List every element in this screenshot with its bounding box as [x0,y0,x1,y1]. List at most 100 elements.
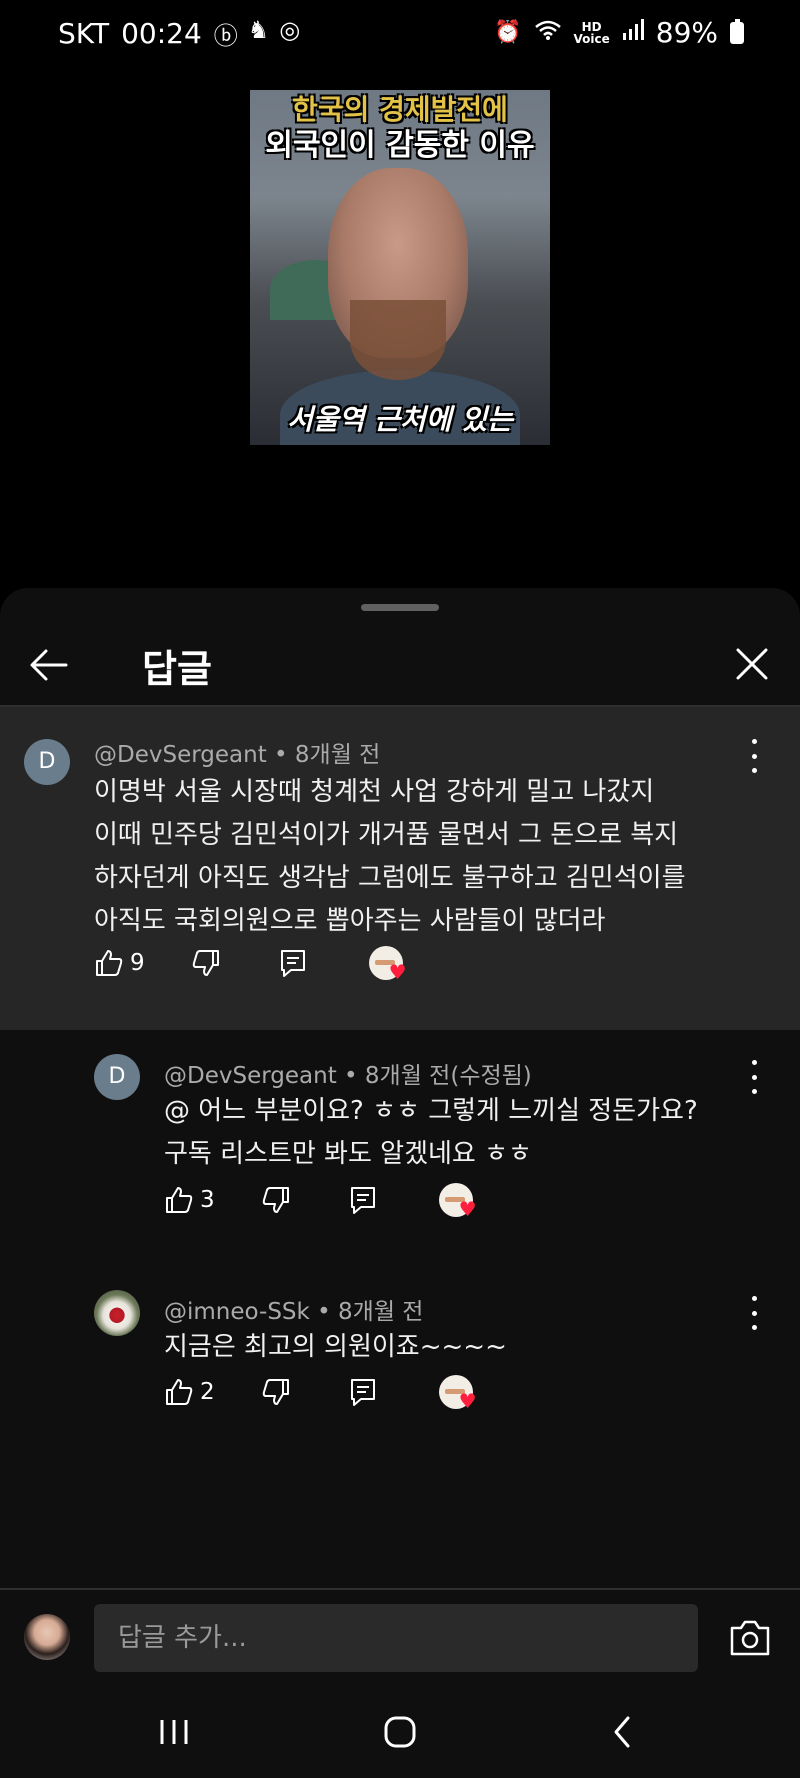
dot-icon [751,1325,757,1330]
reply-time: 8개월 전 [338,1299,424,1325]
avatar[interactable] [94,1290,140,1336]
comment-text: 이명박 서울 시장때 청계천 사업 강하게 밀고 나갔지 이때 민주당 김민석이… [94,771,685,943]
dislike-button[interactable] [261,1180,291,1220]
heart-icon: ♥ [458,1389,477,1413]
input-divider [0,1588,800,1590]
dot-icon [751,1060,757,1065]
back-button[interactable] [26,642,72,688]
heart-icon: ♥ [458,1197,477,1221]
parent-comment: D @DevSergeant • 8개월 전 이명박 서울 시장때 청계천 사업… [0,707,800,1030]
creator-heart: ♥ [368,943,407,983]
video-title-line-1: 한국의 경제발전에 [292,93,508,126]
sheet-title: 답글 [142,647,212,691]
wifi-icon [534,19,562,47]
reply-actions: 2 ♥ [164,1372,477,1412]
reply-input[interactable]: 답글 추가... [94,1604,698,1672]
arrow-left-icon [30,649,68,681]
comment-text-line: 이명박 서울 시장때 청계천 사업 강하게 밀고 나갔지 [94,777,655,807]
home-button[interactable] [380,1712,420,1752]
replies-sheet: 답글 D @DevSergeant • 8개월 전 이명박 서울 시장때 청계천… [0,588,800,1778]
dislike-button[interactable] [261,1372,291,1412]
user-avatar[interactable] [24,1614,70,1660]
hd-voice-icon: HD Voice [573,19,610,46]
reply-button[interactable] [349,1372,377,1412]
reply-time: 8개월 전(수정됨) [364,1063,532,1089]
fingerprint-icon: ◎ [279,16,301,44]
clock: 00:24 [121,17,202,50]
reply-icon [280,950,305,977]
dot-icon [751,1089,757,1094]
b-icon: ⓑ [213,22,238,50]
avatar[interactable]: D [24,739,70,785]
comment-text-line: 하자던게 아직도 생각남 그럼에도 불구하고 김민석이를 [94,863,686,893]
comment-actions: 9 ♥ [94,943,407,983]
close-icon [736,648,768,680]
home-icon [384,1716,416,1748]
comment-time: 8개월 전 [294,742,381,768]
creator-heart: ♥ [438,1372,477,1412]
close-button[interactable] [730,642,774,686]
thumbs-up-icon [96,950,123,976]
thumbs-down-icon [262,1187,289,1213]
meta-separator: • [317,1299,339,1325]
like-count: 3 [200,1187,215,1213]
like-button[interactable]: 3 [164,1180,215,1220]
signal-icon [622,18,644,47]
video-title-line-2: 외국인이 감동한 이유 [265,128,535,163]
dot-icon [751,1296,757,1301]
thumbs-down-icon [262,1379,289,1405]
thumbs-up-icon [166,1379,193,1405]
thumbs-up-icon [166,1187,193,1213]
reply-text: 지금은 최고의 의원이죠~~~~ [164,1326,507,1369]
reply-button[interactable] [279,943,307,983]
dislike-button[interactable] [191,943,221,983]
like-button[interactable]: 9 [94,943,145,983]
like-count: 9 [130,950,145,976]
creator-avatar: ♥ [438,1183,477,1219]
reply-text: @ 어느 부분이요? ㅎㅎ 그렇게 느끼실 정돈가요? 구독 리스트만 봐도 알… [164,1090,698,1176]
avatar[interactable]: D [94,1054,140,1100]
video-caption: 서울역 근처에 있는 [287,403,513,436]
more-options-button[interactable] [744,1060,764,1094]
system-nav-bar [0,1690,800,1778]
sheet-header: 답글 [0,624,800,704]
creator-avatar: ♥ [368,946,407,982]
reply-text-line: 지금은 최고의 의원이죠~~~~ [164,1332,507,1362]
dot-icon [751,753,757,759]
dot-icon [751,1310,757,1316]
reply-meta: @DevSergeant • 8개월 전(수정됨) [164,1056,532,1090]
video-frame-beard [350,300,446,380]
dot-icon [751,768,757,773]
thumbs-down-icon [192,950,219,976]
like-button[interactable]: 2 [164,1372,215,1412]
meta-separator: • [274,742,295,768]
comment-meta: @DevSergeant • 8개월 전 [94,735,380,769]
like-count: 2 [200,1379,215,1405]
creator-heart: ♥ [438,1180,477,1220]
battery-percent: 89% [655,16,718,49]
comment-text-line: 아직도 국회의원으로 뽑아주는 사람들이 많더라 [94,906,606,936]
chevron-left-icon [614,1716,630,1748]
back-nav-button[interactable] [608,1712,636,1752]
reply-actions: 3 ♥ [164,1180,477,1220]
creator-avatar: ♥ [438,1375,477,1411]
reply-button[interactable] [349,1180,377,1220]
more-options-button[interactable] [744,1296,764,1330]
drag-handle[interactable] [361,604,439,611]
reply-author[interactable]: @imneo-SSk [164,1299,310,1325]
comment-author[interactable]: @DevSergeant [94,742,267,768]
battery-icon [730,18,744,44]
recent-apps-button[interactable] [158,1712,190,1752]
more-options-button[interactable] [744,739,764,773]
reply-text-line: 구독 리스트만 봐도 알겠네요 ㅎㅎ [164,1139,532,1169]
meta-separator: • [344,1063,365,1089]
dot-icon [751,739,757,744]
alarm-icon: ⏰ [494,20,522,45]
camera-button[interactable] [728,1618,772,1658]
status-bar: SKT 00:24 ⓑ ♞ ◎ ⏰ HD Voice 89% [0,0,800,70]
reply-author[interactable]: @DevSergeant [164,1063,337,1089]
reply-icon [350,1187,375,1214]
camera-icon [730,1620,770,1656]
dot-icon [751,1074,757,1080]
figure-icon: ♞ [247,16,270,44]
